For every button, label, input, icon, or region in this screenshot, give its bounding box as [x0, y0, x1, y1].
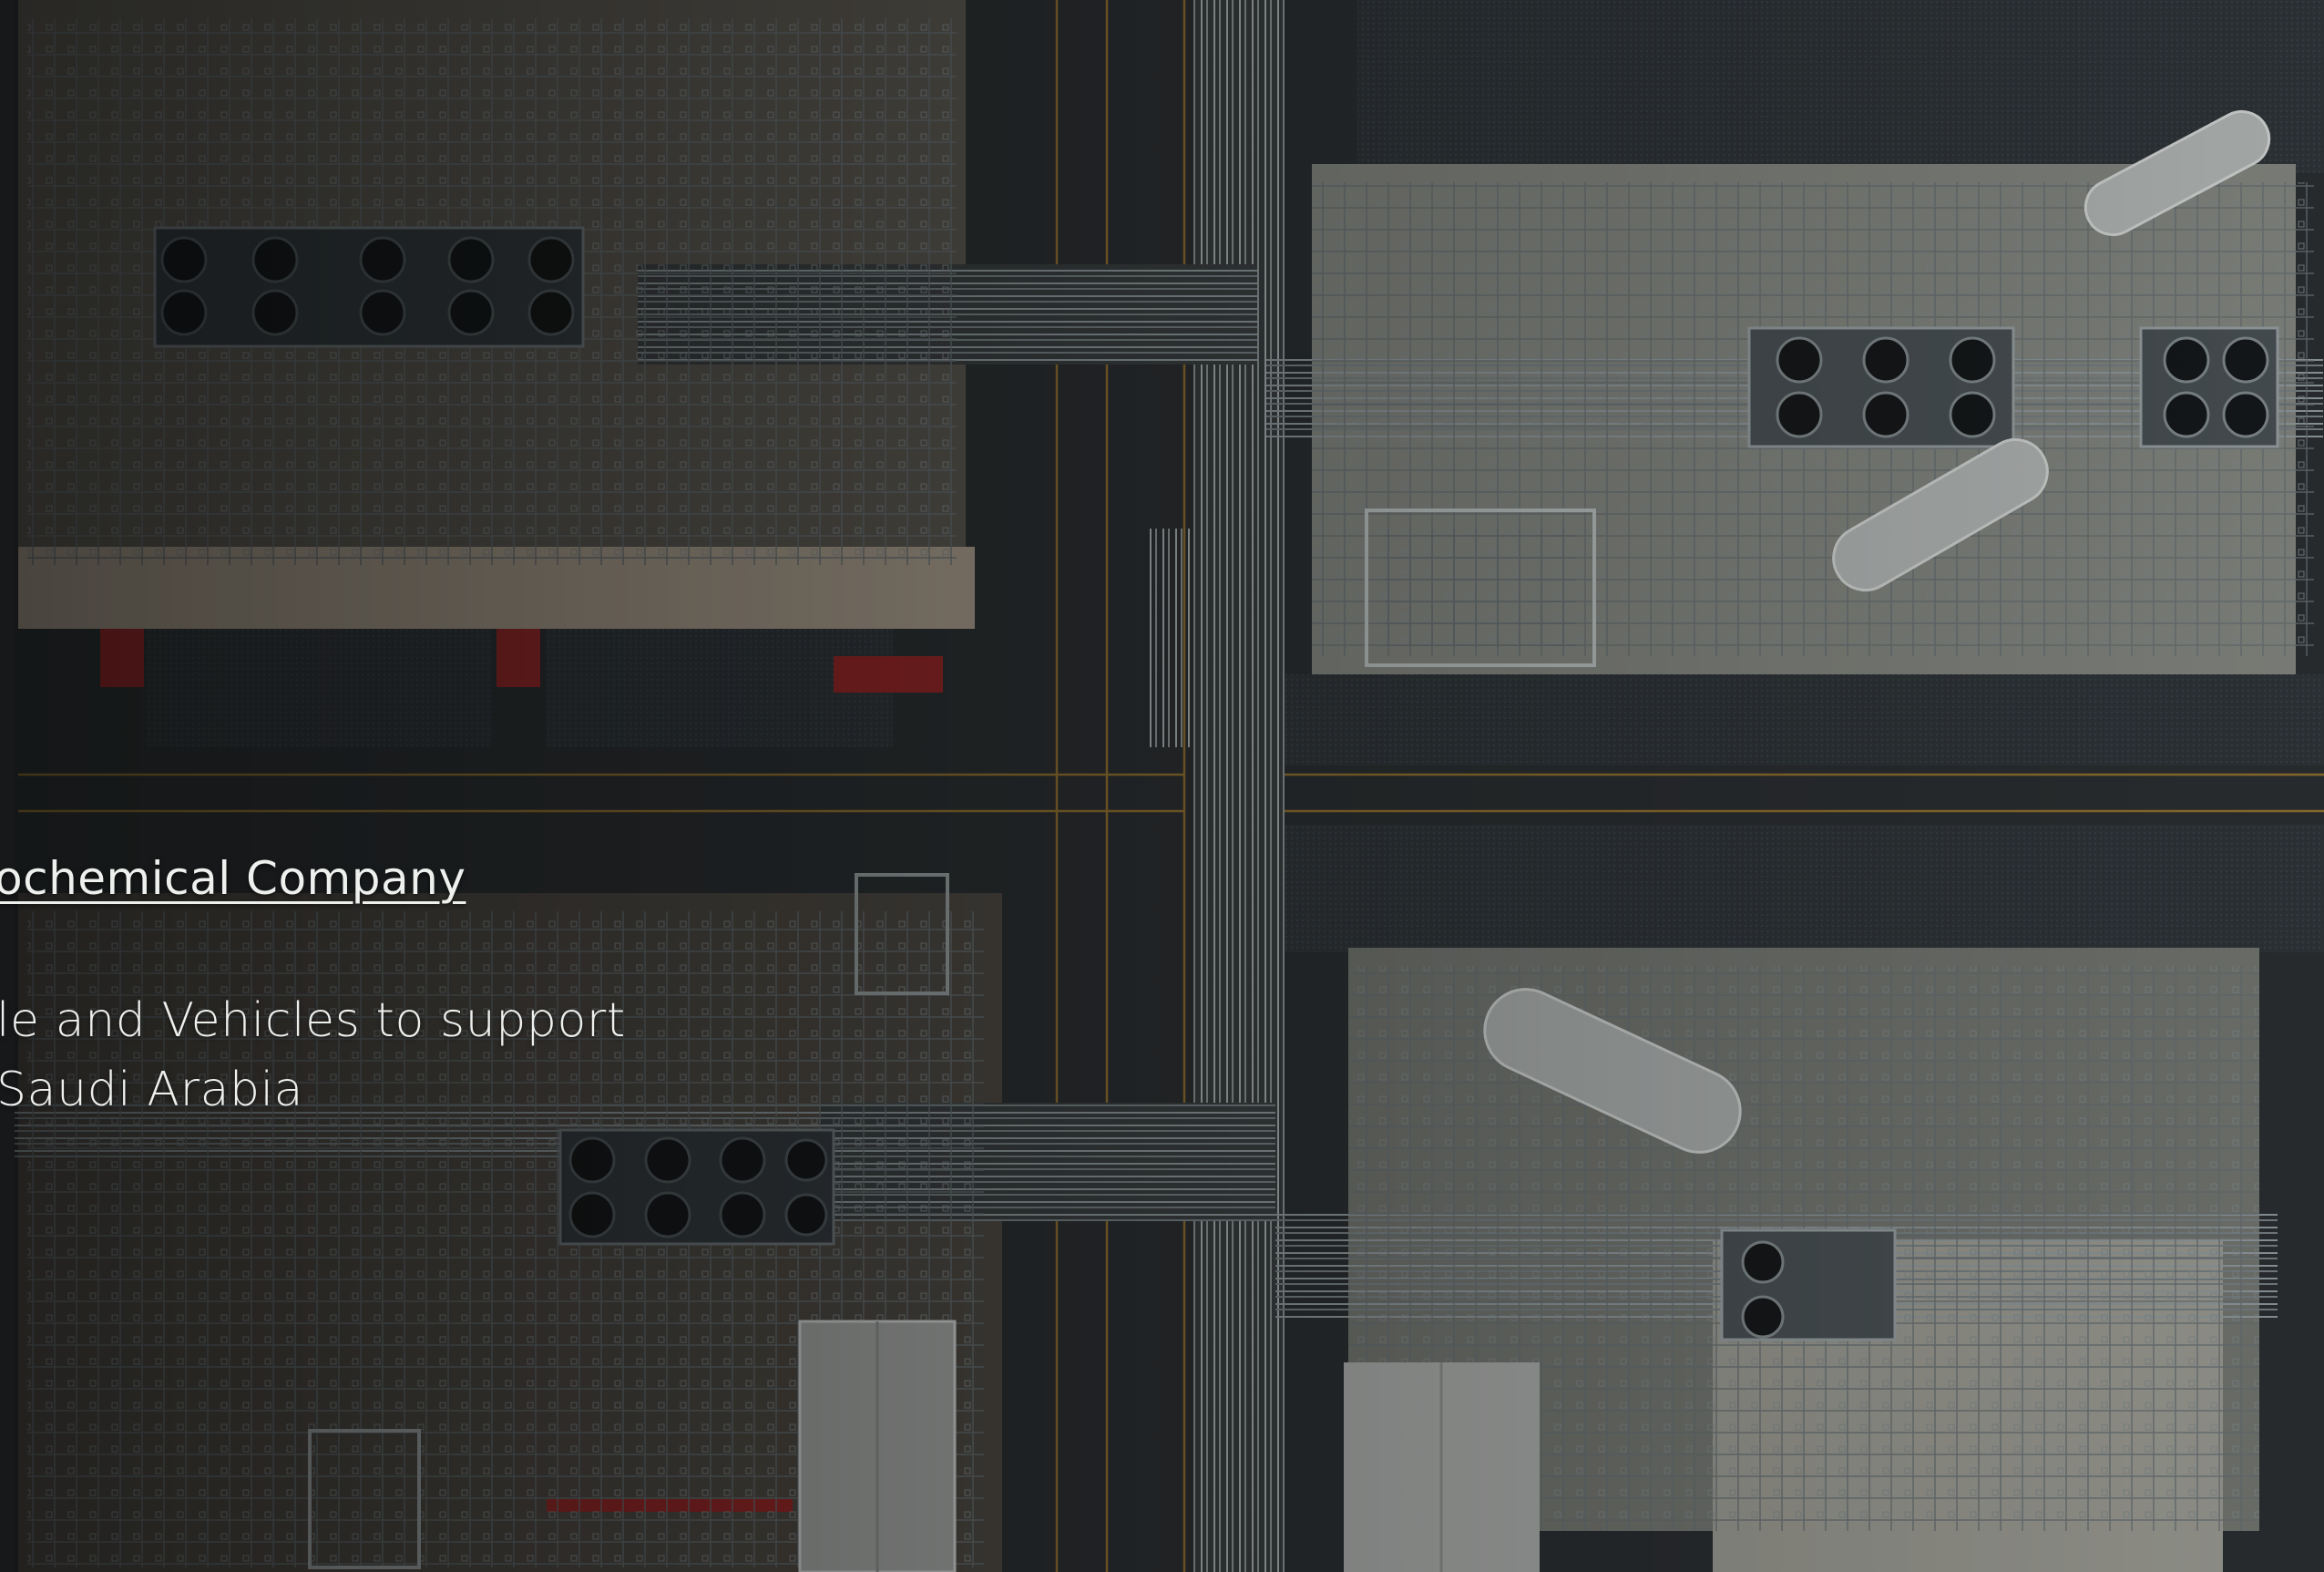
hero-description-line-1: le and Vehicles to support [0, 993, 626, 1048]
left-edge-strip [0, 0, 15, 1572]
aerial-refinery-photo [0, 0, 2324, 1572]
hero-description-line-2: Saudi Arabia [0, 1063, 304, 1117]
hero-section: ochemical Company le and Vehicles to sup… [0, 0, 2324, 1572]
company-name-link[interactable]: ochemical Company [0, 852, 466, 905]
